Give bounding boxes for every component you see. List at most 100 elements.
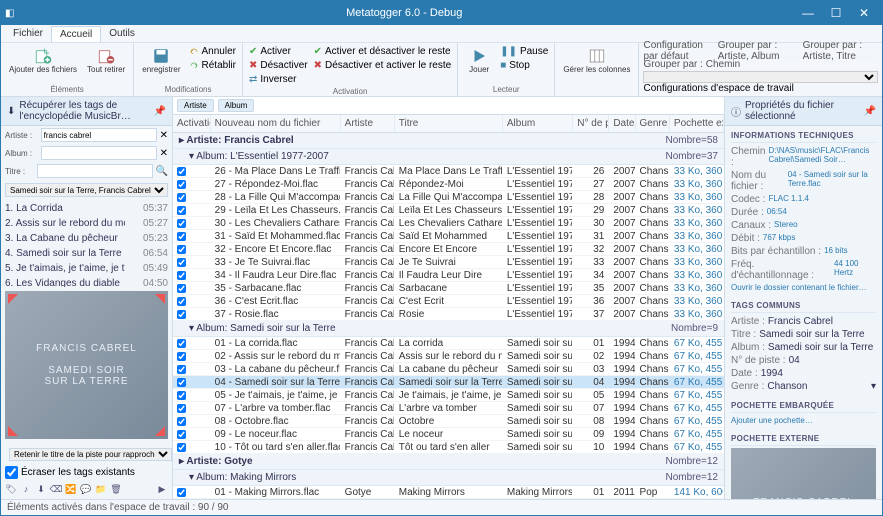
maximize-button[interactable]: ☐ — [822, 1, 850, 25]
pause-button[interactable]: ❚❚Pause — [498, 45, 550, 58]
table-row[interactable]: 08 - Octobre.flacFrancis CabrelOctobreSa… — [173, 415, 724, 428]
center-pane: Artiste Album Activation Nouveau nom du … — [173, 97, 724, 499]
group-header[interactable]: ▾ Album: L'Essentiel 1977-2007Nombre=37 — [173, 149, 724, 165]
open-folder-link[interactable]: Ouvrir le dossier contenant le fichier… — [731, 283, 867, 292]
group-header[interactable]: ▾ Album: Making MirrorsNombre=12 — [173, 470, 724, 486]
group-header[interactable]: ▸ Artiste: GotyeNombre=12 — [173, 454, 724, 470]
col-track[interactable]: N° de piste — [573, 115, 609, 132]
clear-icon[interactable]: ✕ — [160, 130, 168, 141]
remove-all-button[interactable]: Tout retirer — [83, 45, 129, 76]
table-row[interactable]: 37 - Rosie.flacFrancis CabrelRosieL'Esse… — [173, 308, 724, 321]
ribbon-group-activation: ✔Activer ✖Désactiver ⇄Inverser ✔Activer … — [243, 43, 458, 96]
col-name[interactable]: Nouveau nom du fichier — [211, 115, 341, 132]
col-title[interactable]: Titre — [395, 115, 503, 132]
title-input[interactable] — [37, 164, 153, 178]
download-icon: ⬇ — [7, 106, 15, 117]
table-row[interactable]: 32 - Encore Et Encore.flacFrancis Cabrel… — [173, 243, 724, 256]
path-link[interactable]: D:\NAS\music\FLAC\Francis Cabrel\Samedi … — [768, 146, 876, 168]
group-header[interactable]: ▸ Artiste: Francis CabrelNombre=58 — [173, 133, 724, 149]
table-row[interactable]: 31 - Saïd Et Mohammed.flacFrancis Cabrel… — [173, 230, 724, 243]
ribbon: Ajouter des fichiers Tout retirer Élémen… — [1, 43, 882, 97]
icon-4[interactable]: ⌫ — [50, 483, 62, 495]
deactivate-button[interactable]: ✖Désactiver — [247, 59, 310, 72]
ribbon-group-columns: Gérer les colonnes — [555, 43, 639, 96]
pin-icon[interactable]: 📌 — [154, 106, 166, 117]
activate-button[interactable]: ✔Activer — [247, 45, 310, 58]
table-row[interactable]: 35 - Sarbacane.flacFrancis CabrelSarbaca… — [173, 282, 724, 295]
stop-button[interactable]: ■Stop — [498, 59, 550, 72]
erase-checkbox[interactable] — [5, 466, 18, 479]
left-pane: ⬇Récupérer les tags de l'encyclopédie Mu… — [1, 97, 173, 499]
col-year[interactable]: Date — [609, 115, 635, 132]
table-row[interactable]: 26 - Ma Place Dans Le Traffic.flacFranci… — [173, 165, 724, 178]
menu-home[interactable]: Accueil — [51, 26, 101, 42]
table-row[interactable]: 34 - Il Faudra Leur Dire.flacFrancis Cab… — [173, 269, 724, 282]
filter-album[interactable]: Album — [218, 99, 255, 112]
filter-artist[interactable]: Artiste — [177, 99, 214, 112]
clear-icon[interactable]: ✕ — [160, 148, 168, 159]
track-item[interactable]: 6. Les Vidanges du diable04:50 — [5, 277, 168, 287]
icon-8[interactable]: 🗑 — [110, 483, 122, 495]
icon-5[interactable]: 🔀 — [65, 483, 77, 495]
deactivate-rest-button[interactable]: ✖Désactiver et activer le reste — [312, 59, 454, 72]
pin-icon[interactable]: 📌 — [864, 106, 876, 117]
track-item[interactable]: 5. Je t'aimais, je t'aime, je t'aimerai0… — [5, 262, 168, 277]
ws-grp3[interactable]: Grouper par : Chemin — [643, 59, 740, 70]
col-album[interactable]: Album — [503, 115, 573, 132]
table-row[interactable]: 29 - Leïla Et Les Chasseurs.flacFrancis … — [173, 204, 724, 217]
col-genre[interactable]: Genre — [636, 115, 670, 132]
close-button[interactable]: ✕ — [850, 1, 878, 25]
save-button[interactable]: enregistrer — [138, 45, 184, 76]
table-row[interactable]: 10 - Tôt ou tard s'en aller.flacFrancis … — [173, 441, 724, 454]
icon-3[interactable]: ⬇ — [35, 483, 47, 495]
group-header[interactable]: ▾ Album: Samedi soir sur la TerreNombre=… — [173, 321, 724, 337]
col-cover[interactable]: Pochette externe — [670, 115, 724, 132]
add-files-button[interactable]: Ajouter des fichiers — [5, 45, 81, 76]
table-row[interactable]: 07 - L'arbre va tomber.flacFrancis Cabre… — [173, 402, 724, 415]
icon-2[interactable]: ♪ — [20, 483, 32, 495]
ws-select[interactable] — [643, 71, 878, 83]
track-item[interactable]: 2. Assis sur le rebord du monde05:27 — [5, 217, 168, 232]
col-artist[interactable]: Artiste — [341, 115, 395, 132]
table-row[interactable]: 30 - Les Chevaliers Cathares.flacFrancis… — [173, 217, 724, 230]
release-select[interactable]: Samedi soir sur la Terre, Francis Cabrel — [5, 183, 168, 197]
track-item[interactable]: 4. Samedi soir sur la Terre06:54 — [5, 247, 168, 262]
chevron-down-icon[interactable]: ▾ — [871, 381, 876, 392]
menu-file[interactable]: Fichier — [5, 26, 51, 41]
invert-button[interactable]: ⇄Inverser — [247, 73, 310, 86]
track-item[interactable]: 1. La Corrida05:37 — [5, 202, 168, 217]
table-row[interactable]: 04 - Samedi soir sur la Terre.flacFranci… — [173, 376, 724, 389]
track-list: 1. La Corrida05:372. Assis sur le rebord… — [1, 200, 172, 287]
apply-icon[interactable]: ▶ — [156, 483, 168, 495]
table-row[interactable]: 36 - C'est Écrit.flacFrancis CabrelC'est… — [173, 295, 724, 308]
add-cover-link[interactable]: Ajouter une pochette… — [731, 416, 813, 425]
manage-columns-button[interactable]: Gérer les colonnes — [559, 45, 634, 76]
table-row[interactable]: 33 - Je Te Suivrai.flacFrancis CabrelJe … — [173, 256, 724, 269]
table-row[interactable]: 05 - Je t'aimais, je t'aime, je t'aimera… — [173, 389, 724, 402]
table-row[interactable]: 02 - Assis sur le rebord du monde.flacFr… — [173, 350, 724, 363]
activate-rest-button[interactable]: ✔Activer et désactiver le reste — [312, 45, 454, 58]
match-select[interactable]: Retenir le titre de la piste pour rappro… — [9, 448, 172, 461]
artist-input[interactable] — [41, 128, 157, 142]
table-row[interactable]: 27 - Répondez-Moi.flacFrancis CabrelRépo… — [173, 178, 724, 191]
icon-6[interactable]: 💬 — [80, 483, 92, 495]
table-row[interactable]: 03 - La cabane du pêcheur.flacFrancis Ca… — [173, 363, 724, 376]
icon-7[interactable]: 📁 — [95, 483, 107, 495]
track-item[interactable]: 3. La Cabane du pêcheur05:23 — [5, 232, 168, 247]
redo-button[interactable]: Rétablir — [187, 59, 238, 72]
file-link[interactable]: 04 - Samedi soir sur la Terre.flac — [788, 170, 876, 192]
search-icon[interactable]: 🔍 — [156, 166, 168, 177]
minimize-button[interactable]: — — [794, 1, 822, 25]
table-row[interactable]: 01 - La corrida.flacFrancis CabrelLa cor… — [173, 337, 724, 350]
col-activation[interactable]: Activation — [173, 115, 211, 132]
menu-tools[interactable]: Outils — [101, 26, 143, 41]
play-button[interactable]: Jouer — [462, 45, 496, 76]
undo-button[interactable]: Annuler — [187, 45, 238, 58]
grid-body[interactable]: ▸ Artiste: Francis CabrelNombre=58▾ Albu… — [173, 133, 724, 499]
table-row[interactable]: 09 - Le noceur.flacFrancis CabrelLe noce… — [173, 428, 724, 441]
album-input[interactable] — [41, 146, 157, 160]
icon-1[interactable]: 🏷 — [5, 483, 17, 495]
ribbon-group-workspace: Configuration par défaut Grouper par : A… — [639, 43, 882, 96]
table-row[interactable]: 01 - Making Mirrors.flacGotyeMaking Mirr… — [173, 486, 724, 499]
table-row[interactable]: 28 - La Fille Qui M'accompagne.flacFranc… — [173, 191, 724, 204]
